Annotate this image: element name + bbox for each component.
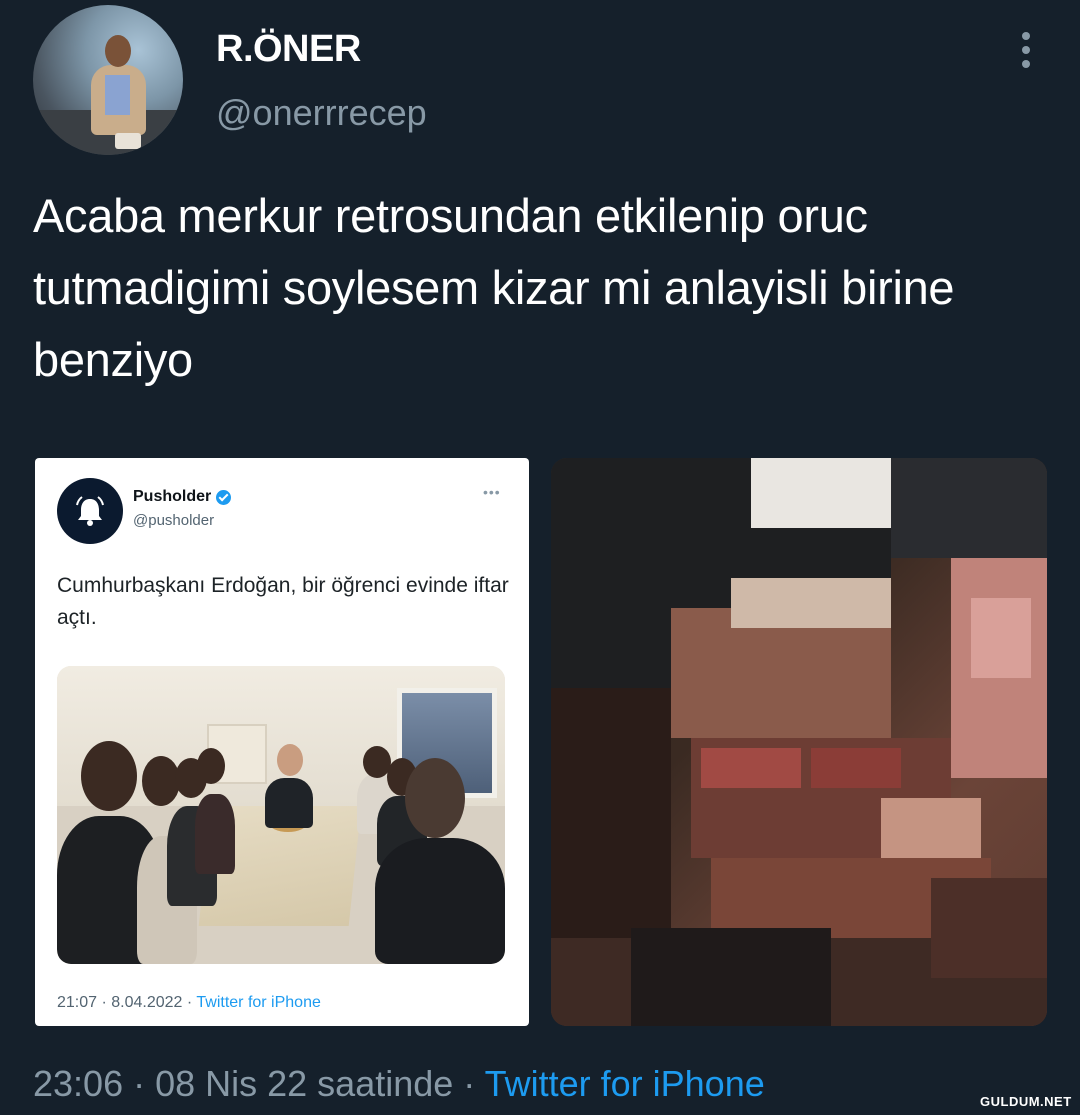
- more-options-icon[interactable]: [1016, 30, 1036, 70]
- embedded-source: Twitter for iPhone: [196, 994, 321, 1011]
- author-username[interactable]: @onerrrecep: [216, 92, 427, 134]
- pusholder-avatar: [57, 478, 123, 544]
- author-display-name[interactable]: R.ÖNER: [216, 28, 361, 71]
- embedded-tweet-meta: 21:07 · 8.04.2022 · Twitter for iPhone: [57, 994, 321, 1012]
- embedded-tweet-screenshot[interactable]: Pusholder @pusholder ••• Cumhurbaşkanı E…: [35, 458, 529, 1026]
- tweet-meta: 23:06 · 08 Nis 22 saatinde · Twitter for…: [33, 1063, 765, 1105]
- tweet-timestamp[interactable]: 23:06 · 08 Nis 22 saatinde ·: [33, 1063, 485, 1104]
- embedded-author-name: Pusholder: [133, 488, 232, 506]
- profile-avatar[interactable]: [33, 5, 183, 155]
- embedded-tweet-text: Cumhurbaşkanı Erdoğan, bir öğrenci evind…: [57, 574, 509, 629]
- tweet-text: Acaba merkur retrosundan etkilenip oruc …: [33, 189, 955, 386]
- pixelated-photo[interactable]: [551, 458, 1047, 1026]
- bell-icon: [76, 496, 104, 526]
- embedded-timestamp: 21:07 · 8.04.2022 ·: [57, 994, 197, 1011]
- watermark: GULDUM.NET: [980, 1094, 1072, 1109]
- embedded-author-handle: @pusholder: [133, 512, 215, 529]
- verified-badge-icon: [216, 489, 232, 505]
- embedded-author-name-text: Pusholder: [133, 488, 212, 505]
- embedded-more-icon: •••: [483, 484, 501, 500]
- embedded-tweet-photo: [57, 666, 505, 964]
- tweet-source-link[interactable]: Twitter for iPhone: [485, 1063, 765, 1104]
